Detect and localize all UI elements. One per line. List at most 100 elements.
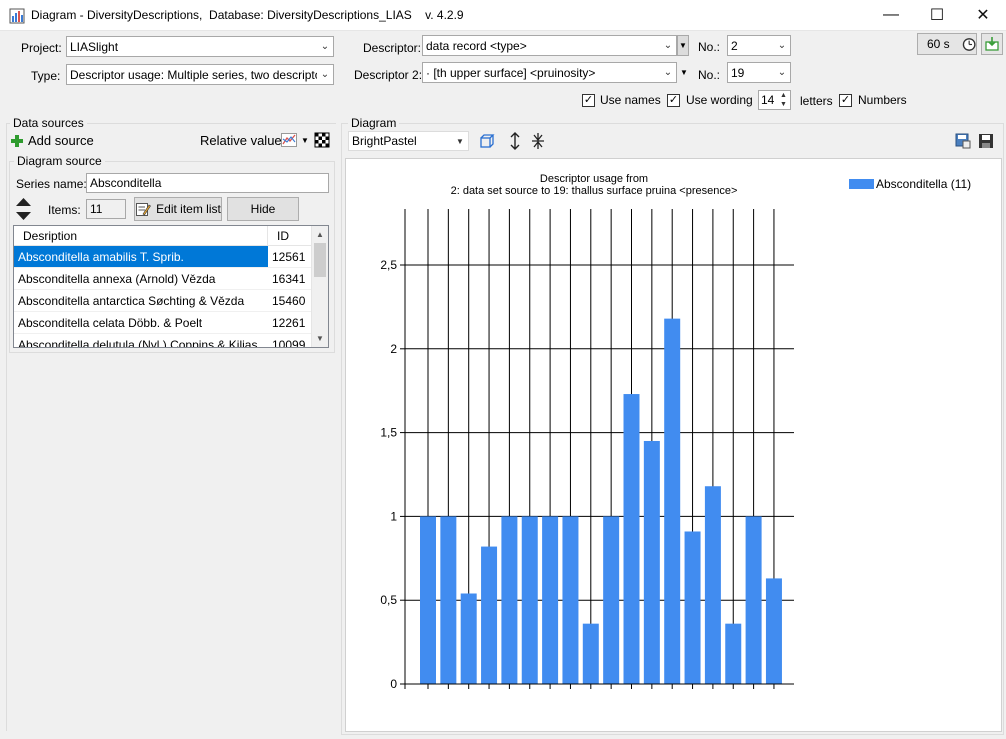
list-header: Desription ID	[14, 226, 328, 246]
no2-value: 19	[731, 65, 745, 80]
add-source-button[interactable]: Add source	[10, 133, 94, 148]
title-bar: Diagram - DiversityDescriptions, Databas…	[0, 0, 1006, 31]
window-title: Diagram - DiversityDescriptions, Databas…	[31, 8, 464, 22]
edit-item-list-label: Edit item list	[156, 202, 221, 216]
data-sources-title: Data sources	[10, 116, 87, 130]
save-icon[interactable]	[978, 133, 994, 149]
relative-values-label: Relative values	[200, 133, 289, 148]
export-button[interactable]	[981, 33, 1003, 55]
list-item[interactable]: Absconditella celata Döbb. & Poelt 12261	[14, 312, 328, 334]
bar	[440, 516, 457, 684]
relative-values-icon[interactable]	[281, 133, 297, 147]
close-button[interactable]: ✕	[960, 0, 1006, 30]
item-name: Absconditella amabilis T. Sprib.	[18, 249, 184, 264]
list-item[interactable]: Absconditella antarctica Søchting & Vězd…	[14, 290, 328, 312]
chart-panel: Descriptor usage from 2: data set source…	[345, 158, 1002, 732]
bar	[521, 516, 538, 684]
maximize-button[interactable]: ☐	[914, 0, 960, 30]
bar	[603, 516, 620, 684]
bar	[664, 318, 681, 684]
y-tick-label: 1	[390, 509, 397, 523]
bar	[643, 440, 660, 684]
collapse-vertical-icon[interactable]	[531, 132, 545, 150]
diagram-title: Diagram	[348, 116, 400, 130]
y-tick-label: 0,5	[380, 593, 397, 607]
descriptor-label: Descriptor:	[363, 41, 422, 55]
descriptor-dropdown-button[interactable]: ▼	[677, 35, 689, 56]
bar-chart: Descriptor usage from 2: data set source…	[380, 173, 971, 691]
project-label: Project:	[21, 41, 62, 55]
column-header-id[interactable]: ID	[268, 226, 312, 245]
chevron-down-icon: ⌄	[663, 67, 673, 78]
list-scrollbar[interactable]: ▲ ▼	[311, 226, 328, 347]
bar	[684, 531, 701, 684]
chart-app-icon	[9, 8, 25, 24]
descriptor-combo[interactable]: data record <type> ⌄	[422, 35, 677, 56]
add-source-label: Add source	[28, 133, 94, 148]
item-name: Absconditella annexa (Arnold) Vězda	[18, 271, 216, 286]
bar	[542, 516, 559, 684]
descriptor2-combo[interactable]: · [th upper surface] <pruinosity> ⌄	[422, 62, 677, 83]
type-combo[interactable]: Descriptor usage: Multiple series, two d…	[66, 64, 334, 85]
type-label: Type:	[31, 69, 61, 83]
items-label: Items:	[48, 203, 81, 217]
descriptor2-label: Descriptor 2:	[354, 68, 423, 82]
minimize-button[interactable]: —	[868, 0, 914, 30]
series-name-input[interactable]: Absconditella	[86, 173, 329, 193]
chart-title-line-1: Descriptor usage from	[540, 173, 648, 185]
scrollbar-thumb[interactable]	[314, 243, 326, 277]
no-label: No.:	[698, 40, 721, 54]
use-names-checkbox[interactable]: ✓	[582, 94, 595, 107]
timer-value: 60 s	[927, 37, 950, 51]
column-header-description[interactable]: Desription	[14, 226, 268, 245]
move-up-down-icon[interactable]	[15, 197, 32, 221]
export-icon	[985, 37, 999, 51]
item-id: 12261	[272, 315, 306, 330]
no-value: 2	[731, 38, 738, 53]
list-item[interactable]: Absconditella delutula (Nyl.) Coppins & …	[14, 334, 328, 348]
relative-values-dropdown[interactable]: ▼	[301, 136, 309, 145]
chevron-down-icon: ⌄	[777, 40, 787, 51]
descriptor-value: data record <type>	[426, 38, 527, 53]
item-name: Absconditella antarctica Søchting & Vězd…	[18, 293, 245, 308]
y-tick-label: 0	[390, 677, 397, 691]
no2-combo[interactable]: 19 ⌄	[727, 62, 791, 83]
no-combo[interactable]: 2 ⌄	[727, 35, 791, 56]
bar	[745, 516, 762, 684]
edit-item-list-button[interactable]: Edit item list	[134, 197, 222, 221]
plus-icon	[11, 134, 23, 147]
descriptor2-dropdown-button[interactable]: ▼	[679, 63, 689, 82]
list-item[interactable]: Absconditella annexa (Arnold) Vězda 1634…	[14, 268, 328, 290]
item-id: 12561	[268, 246, 312, 267]
y-tick-label: 1,5	[380, 426, 397, 440]
bar	[765, 578, 782, 684]
no2-label: No.:	[698, 68, 721, 82]
numbers-checkbox[interactable]: ✓	[839, 94, 852, 107]
letters-spinner-arrows[interactable]: ▲ ▼	[777, 91, 790, 109]
y-tick-label: 2,5	[380, 258, 397, 272]
item-id: 16341	[272, 271, 306, 286]
chevron-down-icon: ▼	[456, 136, 464, 146]
y-tick-label: 2	[390, 342, 397, 356]
item-list[interactable]: Desription ID Absconditella amabilis T. …	[13, 225, 329, 348]
palette-combo[interactable]: BrightPastel ▼	[348, 131, 469, 151]
project-value: LIASlight	[70, 39, 119, 54]
use-wording-checkbox[interactable]: ✓	[667, 94, 680, 107]
scroll-down-icon[interactable]: ▼	[312, 330, 328, 347]
3d-view-icon[interactable]	[479, 133, 495, 149]
timer-button[interactable]: 60 s	[917, 33, 977, 55]
use-names-label: Use names	[600, 93, 661, 107]
palette-value: BrightPastel	[352, 134, 417, 148]
scroll-up-icon[interactable]: ▲	[312, 226, 328, 243]
bar	[481, 546, 498, 684]
chevron-down-icon: ⌄	[320, 41, 330, 52]
hide-button[interactable]: Hide	[227, 197, 299, 221]
save-as-icon[interactable]	[955, 133, 971, 149]
letters-label: letters	[800, 94, 833, 108]
checkered-flag-icon[interactable]	[314, 132, 330, 148]
descriptor2-value: · [th upper surface] <pruinosity>	[426, 65, 596, 80]
items-count: 11	[86, 199, 126, 219]
project-combo[interactable]: LIASlight ⌄	[66, 36, 334, 57]
expand-vertical-icon[interactable]	[508, 132, 522, 150]
list-item[interactable]: Absconditella amabilis T. Sprib. 12561	[14, 246, 328, 268]
